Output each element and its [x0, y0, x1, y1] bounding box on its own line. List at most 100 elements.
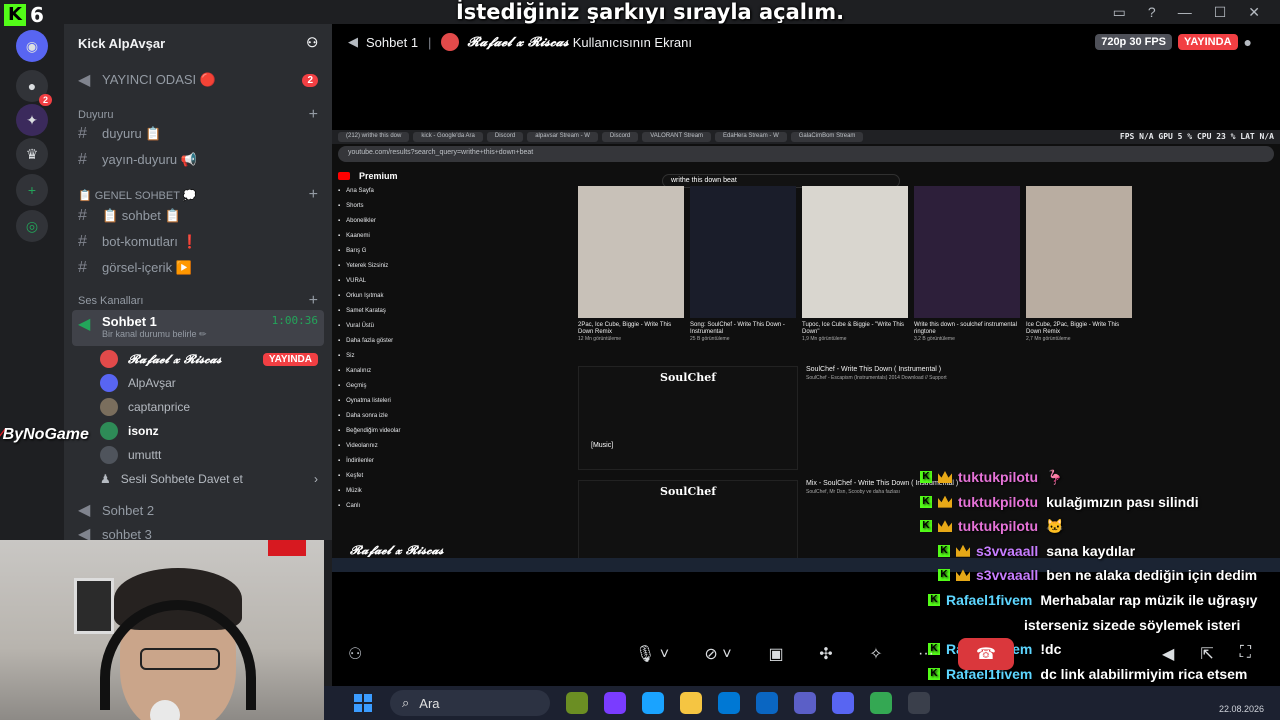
channel-status[interactable]: Bir kanal durumu belirle ✏	[102, 329, 207, 340]
chat-message: K Rafael1fivem Merhabalar rap müzik ile uğ…	[928, 589, 1257, 611]
maximize-icon[interactable]: ☐	[1214, 4, 1227, 21]
nav-icon: ▪	[338, 232, 341, 239]
screen-share-icon[interactable]: ▣	[758, 638, 794, 670]
widgets-icon[interactable]	[566, 692, 588, 714]
fullscreen-icon[interactable]: ⛶	[1240, 644, 1251, 664]
channel-yayinci-odasi[interactable]: ◀ YAYINCI ODASI 🔴 2	[72, 68, 324, 92]
live-badge: YAYINDA	[262, 352, 318, 366]
add-member-icon[interactable]: ⚇	[306, 35, 318, 51]
server-name: Kick AlpAvşar	[78, 35, 166, 51]
video-title: Write this down - soulchef instrumental …	[914, 322, 1017, 335]
channel-gorsel-icerik[interactable]: # görsel-içerik ▶️	[72, 256, 324, 280]
taskbar-date: 22.08.2026	[1218, 704, 1264, 714]
nav-icon: ▪	[338, 487, 341, 494]
invite-to-voice[interactable]: ♟ Sesli Sohbete Davet et ›	[100, 468, 318, 490]
activities-icon[interactable]: ✣	[808, 638, 844, 670]
video-meta: 2,7 Mn görüntüleme	[1026, 336, 1071, 342]
result-thumbnail: SoulChef [Music]	[578, 366, 798, 470]
voice-channel-sohbet-2[interactable]: ◀ Sohbet 2	[72, 498, 324, 522]
chat-icon[interactable]: ●	[1244, 34, 1252, 50]
camera-off-icon[interactable]: ⊘ ˅	[692, 638, 744, 670]
taskbar-search[interactable]: ⌕ Ara	[390, 690, 550, 716]
popout-icon[interactable]: ⇱	[1200, 644, 1213, 664]
more-icon[interactable]: ···	[908, 638, 944, 670]
soundboard-icon[interactable]: ✧	[858, 638, 894, 670]
volume-icon[interactable]: ◀	[1162, 644, 1174, 664]
kick-icon: K	[920, 471, 932, 483]
add-channel-icon[interactable]: +	[309, 186, 318, 204]
nav-icon: ▪	[338, 502, 341, 509]
category-ses-kanallari[interactable]: Ses Kanalları +	[78, 292, 318, 310]
crown-icon	[938, 471, 952, 483]
folder-icon[interactable]	[680, 692, 702, 714]
crown-icon	[938, 520, 952, 533]
youtube-nav-item: ▪ Siz	[338, 348, 448, 363]
end-call-icon[interactable]: ☎	[958, 638, 1014, 670]
chat-text: ben ne alaka dediğin için dedim	[1046, 567, 1258, 584]
add-channel-icon[interactable]: +	[309, 292, 318, 310]
teams-icon[interactable]	[794, 692, 816, 714]
channel-duyuru[interactable]: # duyuru 📋	[72, 122, 324, 146]
server-icon[interactable]: ♛	[16, 138, 48, 170]
add-user-icon[interactable]: ⚇	[348, 644, 362, 664]
mention-badge: 2	[302, 73, 318, 87]
kick-logo-icon: K	[4, 4, 26, 26]
help-icon[interactable]: ?	[1148, 4, 1156, 21]
stream-badges: 720p 30 FPS YAYINDA ●	[1095, 34, 1252, 50]
video-card: Song: SoulChef - Write This Down -Instru…	[690, 186, 796, 342]
mic-icon[interactable]: 🎙︎ ˅	[626, 638, 678, 670]
copilot-icon[interactable]	[642, 692, 664, 714]
video-meta: 3,2 B görüntüleme	[914, 336, 955, 342]
discover-icon[interactable]: ◎	[16, 210, 48, 242]
channel-sohbet[interactable]: # 📋 sohbet 📋	[72, 204, 324, 228]
youtube-nav-item: ▪ VURAL	[338, 273, 448, 288]
outlook-icon[interactable]	[756, 692, 778, 714]
windows-start-icon[interactable]	[354, 694, 372, 712]
category-genel-sohbet[interactable]: 📋 GENEL SOHBET 💭 +	[78, 186, 318, 204]
chat-text: dc link alabilirmiyim rica etsem	[1040, 665, 1248, 682]
discord-icon[interactable]	[832, 692, 854, 714]
app-root: İstediğiniz şarkıyı sırayla açalım. K 6 …	[0, 0, 1280, 720]
chat-text: kulağımızın pası silindi	[1046, 493, 1199, 510]
voice-channel-sohbet-1[interactable]: ◀ Sohbet 1 Bir kanal durumu belirle ✏ 1:…	[72, 310, 324, 346]
video-thumbnail	[914, 186, 1020, 318]
server-avatar[interactable]: ● 2	[16, 70, 52, 106]
settings-icon[interactable]	[908, 692, 930, 714]
voice-user-name: 𝓡𝓪𝓯𝓪𝓮𝓵 𝔁 𝓡𝓲𝓼𝓬𝓪𝓼	[128, 351, 222, 366]
youtube-nav-item: ▪ Yeterek Sizsiniz	[338, 258, 448, 273]
video-card: 2Pac, Ice Cube, Biggie - Write This Down…	[578, 186, 684, 342]
voice-user[interactable]: captanprice	[100, 396, 318, 418]
voice-timer: 1:00:36	[271, 314, 318, 327]
server-icon[interactable]: ✦	[16, 104, 48, 136]
chrome-icon[interactable]	[870, 692, 892, 714]
voice-user[interactable]: AlpAvşar	[100, 372, 318, 394]
chat-username: tuktukpilotu	[958, 469, 1039, 485]
app-icon[interactable]	[604, 692, 626, 714]
chat-message: Ktuktukpilotu 🐱	[920, 515, 1064, 537]
inbox-icon[interactable]: ▭	[1113, 4, 1126, 21]
voice-user[interactable]: umuttt	[100, 444, 318, 466]
server-rail: ◉ ● 2 ✦ ♛ + ◎	[0, 0, 64, 540]
youtube-nav-item: ▪ Abonelikler	[338, 213, 448, 228]
voice-user[interactable]: 𝓡𝓪𝓯𝓪𝓮𝓵 𝔁 𝓡𝓲𝓼𝓬𝓪𝓼 YAYINDA	[100, 348, 318, 370]
result-meta: SoulChef - Escapism (Instrumentals) 2014…	[806, 375, 947, 381]
store-icon[interactable]	[718, 692, 740, 714]
add-server-icon[interactable]: +	[16, 174, 48, 206]
youtube-nav-item: ▪ Orkun Işıtmak	[338, 288, 448, 303]
discord-home-icon[interactable]: ◉	[16, 30, 48, 62]
minimize-icon[interactable]: —	[1178, 4, 1192, 21]
close-icon[interactable]: ✕	[1248, 4, 1260, 21]
stream-footer-name: 𝓡𝓪𝓯𝓪𝓮𝓵 𝔁 𝓡𝓲𝓼𝓬𝓪𝓼	[350, 543, 444, 557]
chat-text: isterseniz sizede söylemek isteri	[1024, 616, 1241, 633]
channel-bot-komutlari[interactable]: # bot-komutları ❗	[72, 230, 324, 254]
nav-icon: ▪	[338, 322, 341, 329]
server-header[interactable]: Kick AlpAvşar ⚇	[64, 24, 332, 62]
channel-label: YAYINCI ODASI 🔴	[102, 72, 216, 87]
channel-yayin-duyuru[interactable]: # yayın-duyuru 📢	[72, 148, 324, 172]
voice-user[interactable]: isonz	[100, 420, 318, 442]
nav-label: Kanalınız	[346, 367, 372, 374]
video-thumbnail	[578, 186, 684, 318]
video-card: Ice Cube, 2Pac, Biggie - Write This Down…	[1026, 186, 1132, 342]
crown-icon	[956, 544, 970, 557]
sponsor-logo: ⁄ByNoGame	[0, 426, 89, 443]
